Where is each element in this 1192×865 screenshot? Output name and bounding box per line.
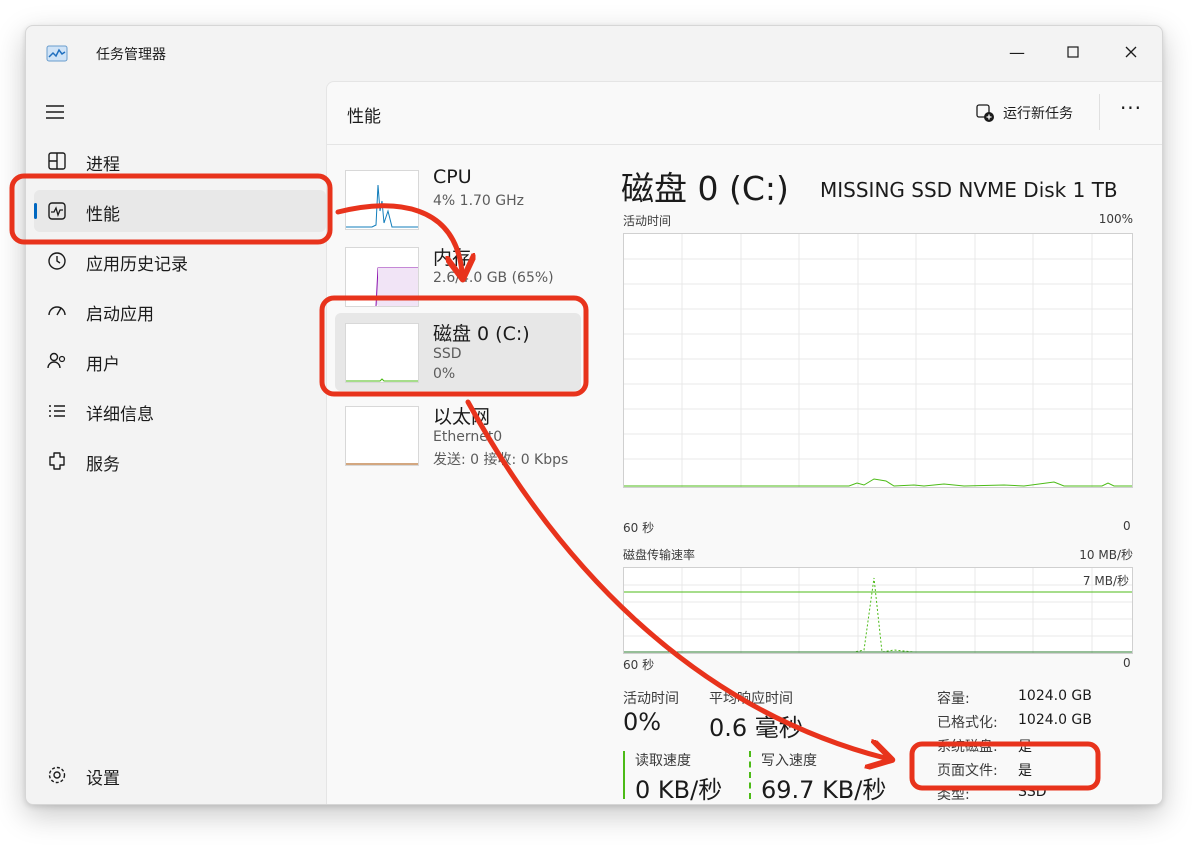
services-icon xyxy=(49,452,65,470)
gear-icon xyxy=(48,766,66,784)
resource-item-memory[interactable]: 内存 2.6/4.0 GB (65%) xyxy=(335,237,581,315)
performance-icon xyxy=(48,202,66,220)
nav-label: 服务 xyxy=(86,455,120,475)
prop-capacity-key: 容量: xyxy=(937,691,970,707)
active-time-graph xyxy=(623,233,1133,488)
active-time-label: 活动时间 xyxy=(623,691,679,707)
active-time-value: 0% xyxy=(623,708,662,736)
resource-item-disk0[interactable]: 磁盘 0 (C:) SSD 0% xyxy=(335,313,581,391)
page-title: 性能 xyxy=(347,107,381,127)
graph2-x-start: 60 秒 xyxy=(623,658,655,672)
resource-detail: 4% 1.70 GHz xyxy=(433,193,525,209)
transfer-rate-graph xyxy=(623,567,1133,654)
nav-label: 性能 xyxy=(86,205,120,225)
resource-name: CPU xyxy=(433,166,472,188)
graph2-x-end: 0 xyxy=(1123,656,1131,670)
nav-item-app-history[interactable]: 应用历史记录 xyxy=(34,240,326,282)
prop-capacity-value: 1024.0 GB xyxy=(1018,688,1092,704)
run-new-task-button[interactable]: 运行新任务 xyxy=(975,100,1073,126)
resource-name: 内存 xyxy=(433,247,472,269)
run-task-icon xyxy=(976,104,994,122)
nav-item-performance[interactable]: 性能 xyxy=(34,190,326,232)
maximize-button[interactable] xyxy=(1050,34,1096,70)
close-icon xyxy=(1125,46,1137,58)
resource-detail: 2.6/4.0 GB (65%) xyxy=(433,270,554,286)
prop-formatted-value: 1024.0 GB xyxy=(1018,712,1092,728)
resource-usage: 0% xyxy=(433,366,456,382)
prop-system-disk-key: 系统磁盘: xyxy=(937,739,998,755)
prop-formatted-key: 已格式化: xyxy=(937,715,998,731)
prop-system-disk-value: 是 xyxy=(1018,739,1032,755)
write-speed-label: 写入速度 xyxy=(761,753,817,769)
disk-title: 磁盘 0 (C:) xyxy=(621,169,789,208)
graph1-label: 活动时间 xyxy=(623,214,672,228)
header-separator xyxy=(1099,94,1100,130)
users-icon xyxy=(47,352,66,369)
read-speed-label: 读取速度 xyxy=(635,753,691,769)
settings-label: 设置 xyxy=(86,769,120,789)
prop-type-value: SSD xyxy=(1018,784,1047,800)
resource-name: 以太网 xyxy=(433,406,491,428)
nav-item-details[interactable]: 详细信息 xyxy=(34,390,326,432)
nav-item-settings[interactable]: 设置 xyxy=(34,754,326,796)
run-task-label: 运行新任务 xyxy=(1003,106,1073,122)
details-icon xyxy=(49,405,65,417)
resource-name: 磁盘 0 (C:) xyxy=(433,323,530,345)
task-manager-window: 任务管理器 — 进程 性能 应用历史记录 启动应用 用户 详细信息 服务 设置 … xyxy=(25,25,1163,805)
more-options-button[interactable]: ··· xyxy=(1117,96,1145,124)
nav-label: 启动应用 xyxy=(86,305,154,325)
disk-model: MISSING SSD NVME Disk 1 TB xyxy=(820,178,1118,202)
prop-page-file-key: 页面文件: xyxy=(937,763,998,779)
graph2-label: 磁盘传输速率 xyxy=(623,548,696,562)
nav-label: 进程 xyxy=(86,155,120,175)
app-history-icon xyxy=(48,252,66,270)
app-title: 任务管理器 xyxy=(96,47,166,63)
resource-detail: Ethernet0 xyxy=(433,429,503,445)
startup-apps-icon xyxy=(48,306,66,316)
hamburger-menu-icon[interactable] xyxy=(44,102,68,122)
prop-page-file-value: 是 xyxy=(1018,763,1032,779)
write-speed-value: 69.7 KB/秒 xyxy=(761,776,887,804)
maximize-icon xyxy=(1067,46,1079,58)
processes-icon xyxy=(48,152,66,170)
graph2-ref-line-label: 7 MB/秒 xyxy=(1082,574,1129,588)
resource-type: SSD xyxy=(433,346,462,362)
nav-label: 应用历史记录 xyxy=(86,255,188,275)
nav-item-users[interactable]: 用户 xyxy=(34,340,326,382)
nav-label: 详细信息 xyxy=(86,405,154,425)
avg-response-value: 0.6 毫秒 xyxy=(709,714,803,742)
read-speed-value: 0 KB/秒 xyxy=(635,776,723,804)
task-manager-app-icon xyxy=(46,45,68,62)
write-speed-marker xyxy=(749,751,751,799)
prop-type-key: 类型: xyxy=(937,787,970,803)
nav-item-processes[interactable]: 进程 xyxy=(34,140,326,182)
minimize-button[interactable]: — xyxy=(994,34,1040,70)
graph1-x-end: 0 xyxy=(1123,519,1131,533)
page-header: 性能 运行新任务 ··· xyxy=(327,82,1162,145)
memory-thumbnail-graph xyxy=(345,247,419,307)
graph1-x-start: 60 秒 xyxy=(623,521,655,535)
resource-item-cpu[interactable]: CPU 4% 1.70 GHz xyxy=(335,160,581,238)
nav-item-services[interactable]: 服务 xyxy=(34,440,326,482)
graph1-max: 100% xyxy=(1098,212,1133,226)
performance-page: 性能 运行新任务 ··· CPU 4% 1.70 GHz 内存 2.6/4.0 … xyxy=(326,81,1162,804)
avg-response-label: 平均响应时间 xyxy=(709,691,793,707)
read-speed-marker xyxy=(623,751,625,799)
nav-item-startup-apps[interactable]: 启动应用 xyxy=(34,290,326,332)
ethernet-thumbnail-graph xyxy=(345,406,419,466)
graph2-max: 10 MB/秒 xyxy=(1079,548,1133,562)
cpu-thumbnail-graph xyxy=(345,170,419,230)
nav-label: 用户 xyxy=(86,355,120,375)
resource-item-ethernet[interactable]: 以太网 Ethernet0 发送: 0 接收: 0 Kbps xyxy=(335,396,581,474)
minimize-icon: — xyxy=(1009,42,1025,62)
resource-throughput: 发送: 0 接收: 0 Kbps xyxy=(433,452,569,468)
active-indicator xyxy=(34,203,37,219)
disk-thumbnail-graph xyxy=(345,323,419,383)
close-button[interactable] xyxy=(1108,34,1154,70)
